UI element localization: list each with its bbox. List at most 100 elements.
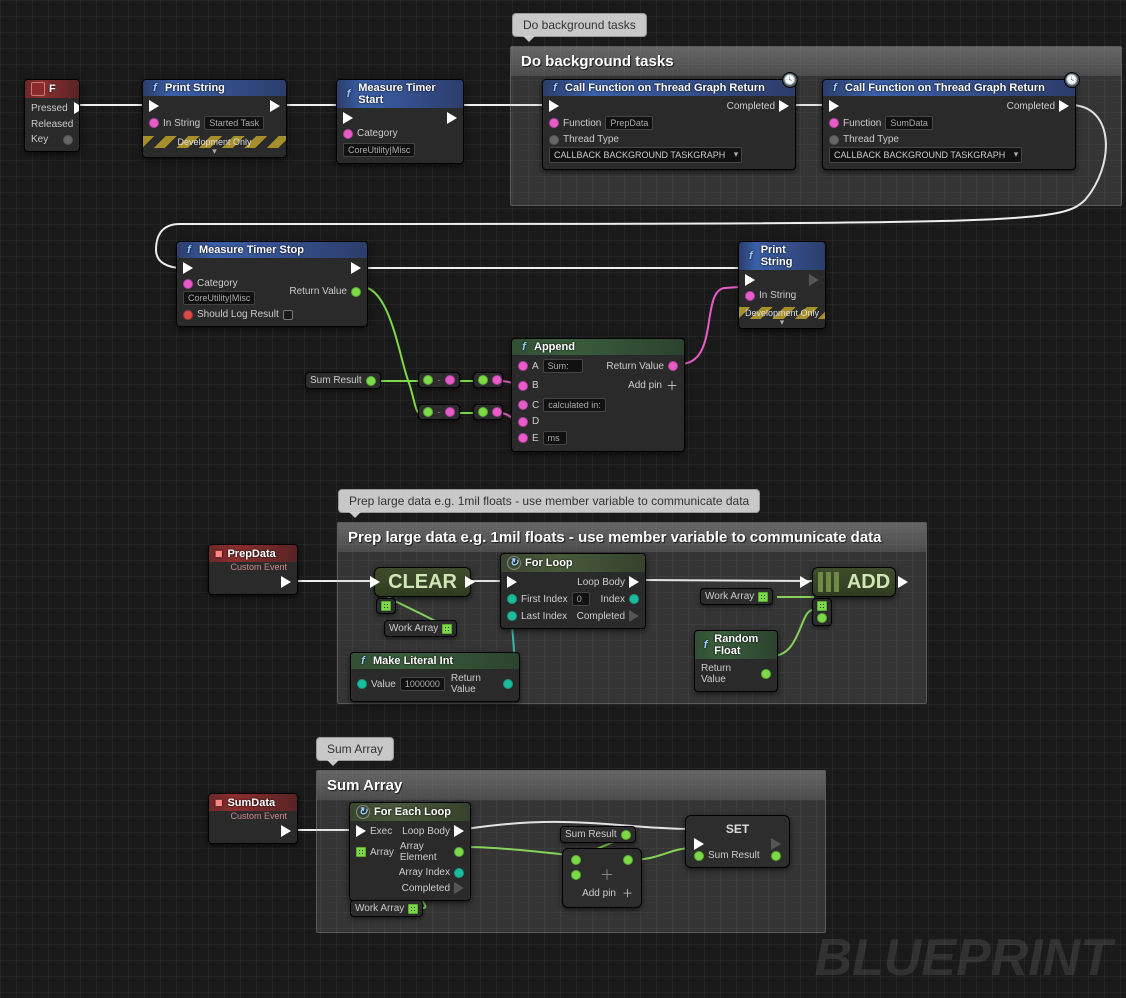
mli-value[interactable]: 1000000 [400, 677, 445, 691]
val-e[interactable]: ms [543, 431, 567, 445]
var-sumresult[interactable]: Sum Result [305, 372, 381, 389]
pin-body[interactable] [454, 825, 464, 837]
pin-exec-out[interactable] [281, 576, 291, 588]
node-plus[interactable]: ＋ Add pin＋ [562, 848, 642, 908]
pin-a[interactable] [571, 855, 581, 865]
pin-out[interactable] [623, 855, 633, 865]
callfn2-fnval[interactable]: SumData [885, 116, 933, 130]
pin-exec-pressed[interactable] [74, 102, 80, 114]
node-sumdata-event[interactable]: ◆SumData Custom Event [208, 793, 298, 844]
pin-value[interactable] [357, 679, 367, 689]
pin-exec-released[interactable] [79, 118, 80, 130]
callfn1-thrval[interactable]: CALLBACK BACKGROUND TASKGRAPH [549, 147, 742, 163]
node-conv-1[interactable]: · [418, 372, 460, 388]
node-add-pins[interactable] [812, 598, 832, 626]
pin-completed[interactable] [629, 610, 639, 622]
pin-exec-out[interactable] [351, 262, 361, 274]
mstart-catval[interactable]: CoreUtility|Misc [343, 143, 415, 157]
plus-icon[interactable]: ＋ [666, 377, 678, 394]
pin-out2[interactable] [492, 375, 502, 385]
pin-thread[interactable] [829, 135, 839, 145]
pin-in2[interactable] [478, 375, 488, 385]
node-clear[interactable]: CLEAR [374, 567, 471, 597]
pin-instring[interactable] [149, 118, 159, 128]
pin-arr[interactable] [381, 601, 391, 611]
pin-index[interactable] [629, 594, 639, 604]
pin-exec-in[interactable] [149, 100, 159, 112]
append-addpin[interactable]: Add pin [628, 380, 662, 391]
pin-last[interactable] [507, 611, 517, 621]
pin-exec-in[interactable] [343, 112, 353, 124]
pin-out[interactable] [445, 375, 455, 385]
pin-a[interactable] [518, 361, 528, 371]
node-measure-start[interactable]: fMeasure Timer Start Category CoreUtilit… [336, 79, 464, 164]
pin-b[interactable] [518, 381, 528, 391]
pin-exec-out[interactable] [898, 576, 908, 588]
var-workarray-1[interactable]: Work Array [384, 620, 457, 637]
node-foreach[interactable]: ↻For Each Loop ExecLoop Body ArrayArray … [349, 802, 471, 901]
node-conv-1b[interactable] [473, 372, 503, 388]
pin-exec-in[interactable] [829, 100, 839, 112]
pin-exec-out[interactable] [447, 112, 457, 124]
node-clear-target[interactable] [376, 598, 396, 614]
plus-addpin[interactable]: Add pin [582, 888, 616, 899]
pin-in[interactable] [423, 375, 433, 385]
mstop-catval[interactable]: CoreUtility|Misc [183, 291, 255, 305]
var-workarray-2[interactable]: Work Array [700, 588, 773, 605]
pin-array[interactable] [356, 847, 366, 857]
pin-idx[interactable] [454, 868, 464, 878]
pin-exec-in[interactable] [356, 825, 366, 837]
var-workarray-3[interactable]: Work Array [350, 900, 423, 917]
expand-chev-2[interactable]: ▾ [739, 317, 825, 328]
pin-exec-out[interactable] [771, 838, 781, 850]
node-conv-2[interactable]: · [418, 404, 460, 420]
pin-comp[interactable] [454, 882, 464, 894]
pin-exec-out[interactable] [270, 100, 280, 112]
node-measure-stop[interactable]: fMeasure Timer Stop Category CoreUtility… [176, 241, 368, 327]
pin-out[interactable] [771, 851, 781, 861]
pin-elem[interactable] [454, 847, 464, 857]
pin-return[interactable] [503, 679, 513, 689]
pin-in2[interactable] [478, 407, 488, 417]
node-add[interactable]: ADD [812, 567, 896, 597]
pin-setval[interactable] [694, 851, 704, 861]
pin-exec-in[interactable] [694, 838, 704, 850]
pin-d[interactable] [518, 417, 528, 427]
var-sumresult-2[interactable]: Sum Result [560, 826, 636, 843]
pin-exec-out[interactable] [1059, 100, 1069, 112]
pin-category[interactable] [343, 129, 353, 139]
node-random-float[interactable]: fRandom Float Return Value [694, 630, 778, 692]
pin-out2[interactable] [492, 407, 502, 417]
pin-exec-out[interactable] [779, 100, 789, 112]
pin-exec-in[interactable] [800, 576, 810, 588]
print1-value[interactable]: Started Task [204, 116, 264, 130]
pin-shouldlog[interactable] [183, 310, 193, 320]
pin-exec-in[interactable] [549, 100, 559, 112]
pin-key[interactable] [63, 135, 73, 145]
pin-return[interactable] [761, 669, 771, 679]
node-conv-2b[interactable] [473, 404, 503, 420]
pin-sr2[interactable] [621, 830, 631, 840]
forloop-firstval[interactable]: 0 [572, 592, 590, 606]
pin-exec-in[interactable] [370, 576, 380, 588]
pin-b[interactable] [571, 870, 581, 880]
pin-exec-out[interactable] [281, 825, 291, 837]
node-callfn-1[interactable]: fCall Function on Thread Graph Return Co… [542, 79, 796, 170]
expand-chev[interactable]: ▾ [143, 146, 286, 157]
pin-out[interactable] [445, 407, 455, 417]
val-a[interactable]: Sum: [543, 359, 583, 373]
pin-sumresult[interactable] [366, 376, 376, 386]
node-make-literal-int[interactable]: fMake Literal Int Value1000000Return Val… [350, 652, 520, 702]
callfn2-thrval[interactable]: CALLBACK BACKGROUND TASKGRAPH [829, 147, 1022, 163]
pin-wa2[interactable] [758, 592, 768, 602]
pin-thread[interactable] [549, 135, 559, 145]
node-forloop[interactable]: ↻For Loop Loop Body First Index0Index La… [500, 553, 646, 629]
val-c[interactable]: calculated in: [543, 398, 606, 412]
node-prepdata-event[interactable]: ◆PrepData Custom Event [208, 544, 298, 595]
pin-in[interactable] [423, 407, 433, 417]
pin-fn[interactable] [829, 118, 839, 128]
plus-add-icon[interactable]: ＋ [622, 885, 633, 901]
pin-category[interactable] [183, 279, 193, 289]
pin-item[interactable] [817, 613, 827, 623]
pin-exec-out[interactable] [809, 274, 819, 286]
